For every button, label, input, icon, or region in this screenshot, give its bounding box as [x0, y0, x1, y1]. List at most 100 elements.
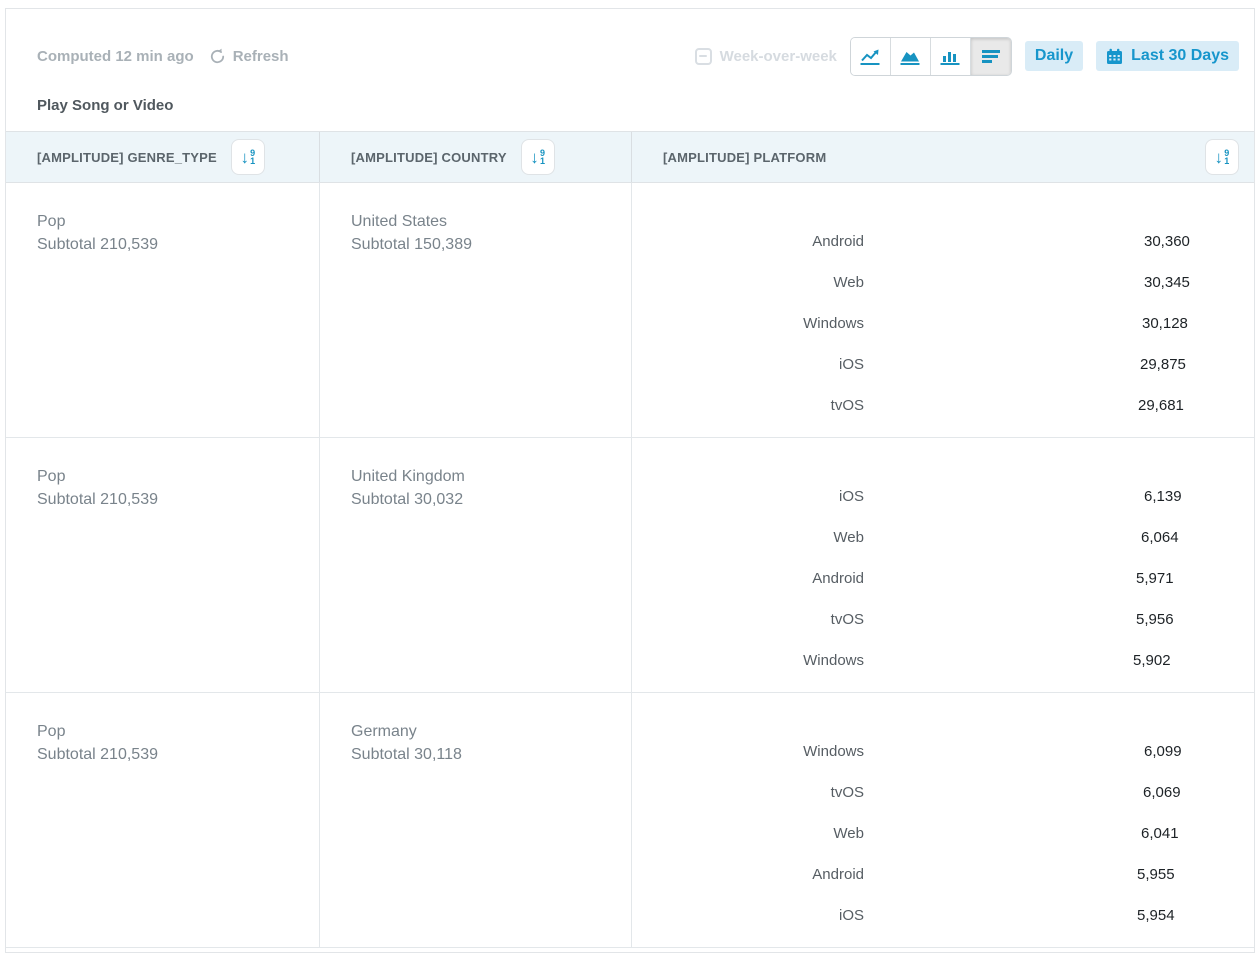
bar-track: 6,099	[881, 741, 1158, 763]
bar-track: 30,345	[881, 272, 1158, 294]
genre-cell: Pop Subtotal 210,539	[6, 693, 320, 947]
bar-value: 5,955	[1137, 864, 1175, 886]
sort-button[interactable]: ↓ 91	[231, 139, 265, 175]
column-header-label: [AMPLITUDE] GENRE_TYPE	[37, 150, 217, 165]
country-name: United States	[351, 210, 631, 233]
country-cell: Germany Subtotal 30,118	[320, 693, 632, 947]
column-header-label: [AMPLITUDE] COUNTRY	[351, 150, 507, 165]
country-subtotal: Subtotal 150,389	[351, 233, 631, 256]
bar-row: Web 30,345	[632, 262, 1254, 303]
bar-value: 5,954	[1137, 905, 1175, 927]
genre-subtotal: Subtotal 210,539	[37, 233, 319, 256]
genre-name: Pop	[37, 720, 319, 743]
bar-value: 6,099	[1144, 741, 1182, 763]
interval-label: Daily	[1035, 47, 1073, 65]
column-chart-icon	[939, 47, 961, 66]
bar-value: 30,128	[1142, 313, 1188, 335]
platform-chart-cell: Windows 6,099 tvOS 6,069 Web 6,041	[632, 693, 1254, 947]
platform-label: Web	[632, 529, 864, 546]
sort-button[interactable]: ↓ 91	[521, 139, 555, 175]
report-card: Computed 12 min ago Refresh Week-over-we…	[5, 8, 1255, 953]
bar-row: Android 30,360	[632, 221, 1254, 262]
week-over-week-toggle[interactable]: Week-over-week	[695, 48, 837, 65]
bar-track: 6,139	[881, 486, 1158, 508]
country-cell: United Kingdom Subtotal 30,032	[320, 438, 632, 692]
table-row: Pop Subtotal 210,539 United Kingdom Subt…	[6, 438, 1254, 693]
genre-cell: Pop Subtotal 210,539	[6, 438, 320, 692]
refresh-icon	[208, 47, 227, 66]
country-name: Germany	[351, 720, 631, 743]
bar-value: 29,875	[1140, 354, 1186, 376]
genre-name: Pop	[37, 210, 319, 233]
platform-label: Windows	[632, 652, 864, 669]
bar-row: Android 5,955	[632, 854, 1254, 895]
sort-9-1-icon: 91	[540, 149, 545, 165]
platform-label: iOS	[632, 907, 864, 924]
bar-track: 5,955	[881, 864, 1158, 886]
bar-row: tvOS 5,956	[632, 599, 1254, 640]
refresh-label: Refresh	[233, 48, 289, 65]
event-title: Play Song or Video	[6, 75, 1254, 114]
table-row: Pop Subtotal 210,539 United States Subto…	[6, 183, 1254, 438]
bar-track: 29,875	[881, 354, 1158, 376]
horizontal-bar-chart-icon	[980, 47, 1002, 66]
bar-track: 29,681	[881, 395, 1158, 417]
bar-row: Android 5,971	[632, 558, 1254, 599]
platform-label: tvOS	[632, 397, 864, 414]
sort-descending-icon: ↓	[240, 149, 249, 166]
column-header-country: [AMPLITUDE] COUNTRY ↓ 91	[320, 132, 632, 182]
week-over-week-label: Week-over-week	[720, 48, 837, 65]
line-chart-button[interactable]	[851, 38, 891, 75]
country-cell: United States Subtotal 150,389	[320, 183, 632, 437]
sort-button[interactable]: ↓ 91	[1205, 139, 1239, 175]
sort-9-1-icon: 91	[1224, 149, 1229, 165]
bar-value: 5,956	[1136, 609, 1174, 631]
genre-subtotal: Subtotal 210,539	[37, 743, 319, 766]
platform-label: tvOS	[632, 611, 864, 628]
sort-9-1-icon: 91	[250, 149, 255, 165]
platform-label: Android	[632, 866, 864, 883]
bar-value: 6,069	[1143, 782, 1181, 804]
bar-row: Web 6,041	[632, 813, 1254, 854]
bar-track: 5,956	[881, 609, 1158, 631]
platform-label: tvOS	[632, 784, 864, 801]
bar-row: tvOS 6,069	[632, 772, 1254, 813]
sort-descending-icon: ↓	[530, 149, 539, 166]
bar-track: 5,902	[881, 650, 1158, 672]
bar-value: 6,139	[1144, 486, 1182, 508]
calendar-icon	[1106, 48, 1123, 65]
platform-chart-cell: Android 30,360 Web 30,345 Windows 30,128	[632, 183, 1254, 437]
area-chart-button[interactable]	[891, 38, 931, 75]
genre-name: Pop	[37, 465, 319, 488]
interval-daily-button[interactable]: Daily	[1025, 41, 1083, 71]
bar-track: 5,954	[881, 905, 1158, 927]
area-chart-icon	[899, 47, 921, 66]
platform-label: iOS	[632, 488, 864, 505]
date-range-button[interactable]: Last 30 Days	[1096, 41, 1239, 71]
computed-timestamp: Computed 12 min ago	[37, 48, 194, 65]
checkbox-indeterminate-icon	[695, 48, 712, 65]
bar-track: 6,041	[881, 823, 1158, 845]
platform-label: Web	[632, 274, 864, 291]
horizontal-bar-chart-button[interactable]	[971, 38, 1011, 75]
platform-label: Windows	[632, 315, 864, 332]
bar-value: 30,360	[1144, 231, 1190, 253]
country-subtotal: Subtotal 30,118	[351, 743, 631, 766]
date-range-label: Last 30 Days	[1131, 47, 1229, 65]
genre-cell: Pop Subtotal 210,539	[6, 183, 320, 437]
computed-label: Computed 12 min ago	[37, 48, 194, 65]
bar-row: Windows 6,099	[632, 731, 1254, 772]
chart-type-segmented-control	[850, 37, 1012, 76]
toolbar: Computed 12 min ago Refresh Week-over-we…	[6, 9, 1254, 75]
refresh-button[interactable]: Refresh	[208, 47, 289, 66]
bar-row: tvOS 29,681	[632, 385, 1254, 426]
platform-label: Windows	[632, 743, 864, 760]
column-chart-button[interactable]	[931, 38, 971, 75]
column-header-platform: [AMPLITUDE] PLATFORM ↓ 91	[632, 132, 1254, 182]
platform-label: iOS	[632, 356, 864, 373]
bar-track: 30,128	[881, 313, 1158, 335]
bar-track: 6,069	[881, 782, 1158, 804]
bar-row: iOS 29,875	[632, 344, 1254, 385]
platform-label: Android	[632, 570, 864, 587]
bar-row: Web 6,064	[632, 517, 1254, 558]
